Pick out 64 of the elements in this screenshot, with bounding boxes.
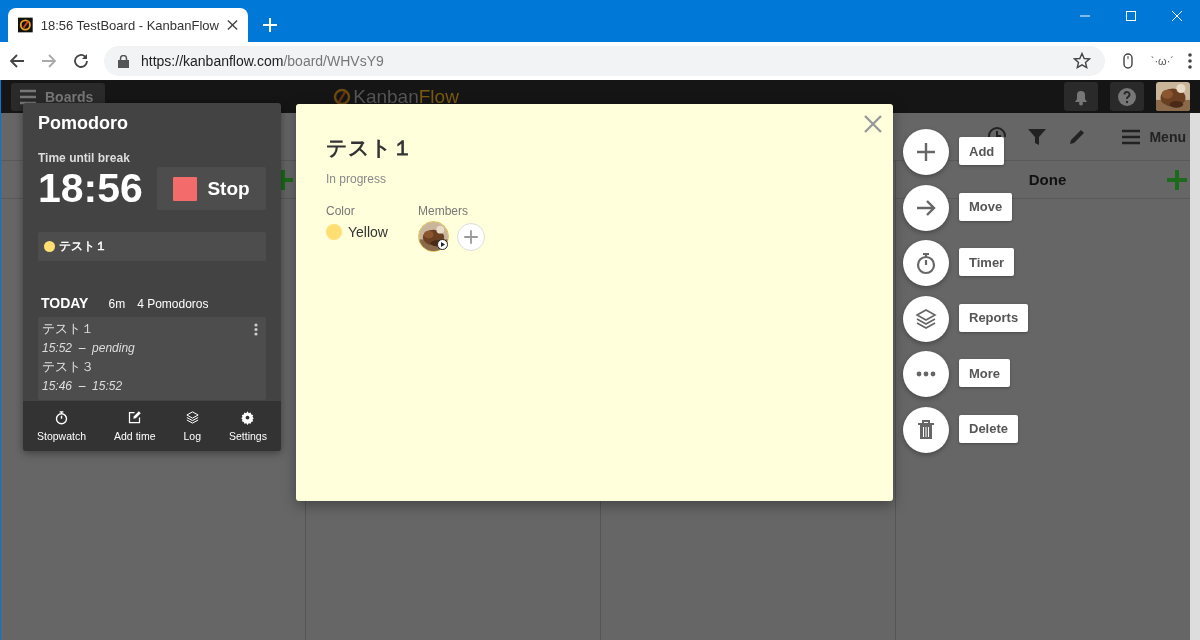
lock-icon [118,54,129,68]
log-task-name: テスト３ [42,359,94,376]
action-label[interactable]: Move [959,192,1013,221]
log-time-range: 15:52 – pending [42,340,136,357]
back-icon[interactable] [8,52,26,70]
action-label[interactable]: Reports [959,303,1029,332]
timer-caption: Time until break [38,151,131,165]
clock-icon[interactable] [987,126,1008,137]
app-logo-icon [18,17,33,33]
reload-icon[interactable] [72,52,90,70]
notifications-button[interactable] [1064,82,1098,111]
filter-icon[interactable] [1027,126,1048,147]
app-logo: KanbanFlow [353,85,459,108]
scrollbar[interactable] [1190,113,1200,640]
current-task[interactable]: テスト１ [38,232,266,261]
add-member-button[interactable] [456,222,485,251]
task-status: In progress [326,172,388,186]
footer-button[interactable]: Add time [110,401,160,451]
layers-icon [914,306,938,331]
edit-icon [127,410,143,425]
today-label: TODAY [41,295,89,311]
address-bar[interactable]: https://kanbanflow.com/board/WHVsY9 [104,46,1105,76]
close-icon[interactable] [226,19,238,31]
field-label: Members [417,204,469,218]
footer-button[interactable]: Log [179,401,205,451]
browser-tab[interactable]: 18:56 TestBoard - KanbanFlow [8,8,248,42]
column-title: Done [1028,171,1067,188]
star-icon[interactable] [1072,52,1091,70]
footer-button[interactable]: Stopwatch [33,401,91,451]
menu-icon [19,88,37,105]
color-value[interactable]: Yellow [348,224,388,240]
footer-button[interactable]: Settings [225,401,271,451]
plus-icon [914,140,938,164]
task-name: テスト１ [59,238,107,255]
pomodoro-count: 4 Pomodoros [137,297,209,311]
task-title: テスト１ [326,135,414,161]
close-button[interactable] [863,114,883,134]
log-time-range: 15:46 – 15:52 [42,378,124,395]
help-icon [1117,86,1137,107]
plus-icon [461,227,480,246]
forward-icon[interactable] [40,52,58,70]
log-task-name: テスト１ [42,321,94,338]
stopwatch-icon [54,410,69,425]
field-label: Color [326,204,356,218]
timer-display: 18:56 [38,165,143,212]
action-label[interactable]: Timer [959,248,1015,276]
stopwatch-icon [914,251,938,275]
kebab-menu-icon[interactable] [254,323,258,336]
action-label[interactable]: Add [959,137,1005,165]
tab-title: 18:56 TestBoard - KanbanFlow [40,17,219,33]
panel-title: Pomodoro [38,113,129,134]
layers-icon [184,410,200,425]
more-icon [914,371,938,377]
action-label[interactable]: Delete [959,414,1019,443]
gear-icon [240,410,256,425]
stop-button[interactable]: Stop [157,167,266,210]
action-label[interactable]: More [959,359,1011,387]
today-duration: 6m [108,297,126,311]
help-button[interactable] [1110,82,1144,111]
play-icon [436,239,448,250]
new-tab-icon[interactable] [262,17,278,33]
app-logo-icon [333,87,352,106]
extension-button[interactable]: `·ω·´ [1150,55,1174,67]
kebab-menu-icon[interactable] [1188,52,1192,70]
